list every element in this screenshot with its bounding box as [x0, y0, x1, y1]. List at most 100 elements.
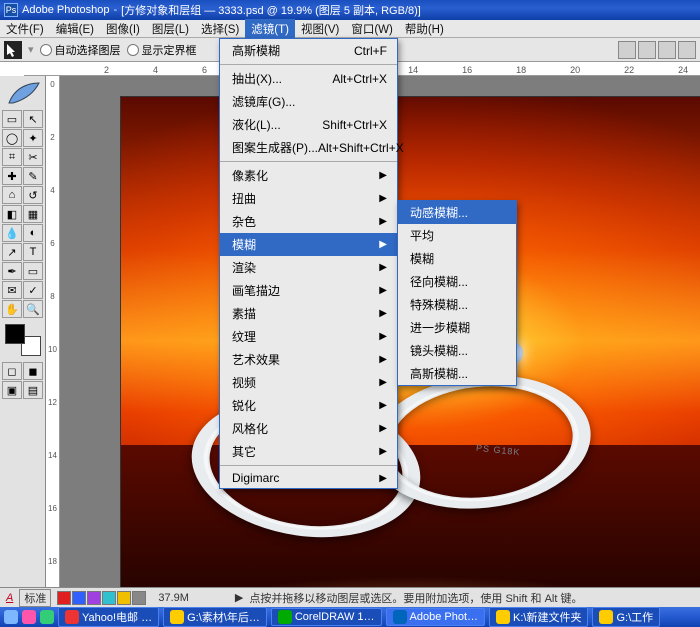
title-bar: Ps Adobe Photoshop - [方修对象和层组 — 3333.psd…	[0, 0, 700, 20]
filter-distort[interactable]: 扭曲▶	[220, 187, 397, 210]
blur-smart[interactable]: 特殊模糊...	[398, 293, 516, 316]
tool-history[interactable]: ↺	[23, 186, 43, 204]
panel-toggle-2[interactable]	[638, 41, 656, 59]
tool-move[interactable]: ↖	[23, 110, 43, 128]
color-swatches[interactable]	[3, 322, 43, 358]
tool-shape[interactable]: ▭	[23, 262, 43, 280]
blur-radial[interactable]: 径向模糊...	[398, 270, 516, 293]
menu-edit[interactable]: 编辑(E)	[50, 19, 100, 39]
show-bounds-checkbox[interactable]: 显示定界框	[127, 42, 197, 58]
status-docsize: 37.9M	[158, 592, 189, 604]
menu-help[interactable]: 帮助(H)	[399, 19, 450, 39]
tool-eyedrop[interactable]: ✓	[23, 281, 43, 299]
screen-full[interactable]: ▤	[23, 381, 43, 399]
filter-pixelate[interactable]: 像素化▶	[220, 164, 397, 187]
panel-toggle-1[interactable]	[618, 41, 636, 59]
mode-quickmask[interactable]: ◼	[23, 362, 43, 380]
filter-blur[interactable]: 模糊▶	[220, 233, 397, 256]
auto-select-layer-checkbox[interactable]: 自动选择图层	[40, 42, 121, 58]
tool-wand[interactable]: ✦	[23, 129, 43, 147]
filter-menu-dropdown: 高斯模糊Ctrl+F 抽出(X)...Alt+Ctrl+X 滤镜库(G)... …	[219, 38, 398, 489]
tool-blur[interactable]: 💧	[2, 224, 22, 242]
tool-dodge[interactable]: ◐	[23, 224, 43, 242]
toolbox: ▭ ↖ ◯ ✦ ⌗ ✂ ✚ ✎ ⌂ ↺ ◧ ▦ 💧 ◐ ↗ T ✒ ▭ ✉ ✓ …	[0, 76, 46, 606]
blur-more[interactable]: 进一步模糊	[398, 316, 516, 339]
tool-eraser[interactable]: ◧	[2, 205, 22, 223]
tray-icon-1[interactable]	[22, 610, 36, 624]
filter-video[interactable]: 视频▶	[220, 371, 397, 394]
task-folder1[interactable]: G:\素材\年后…	[163, 607, 267, 627]
tool-pen[interactable]: ✒	[2, 262, 22, 280]
butterfly-icon[interactable]	[4, 610, 18, 624]
blur-submenu: 动感模糊... 平均 模糊 径向模糊... 特殊模糊... 进一步模糊 镜头模糊…	[397, 200, 517, 386]
tool-heal[interactable]: ✚	[2, 167, 22, 185]
blur-average[interactable]: 平均	[398, 224, 516, 247]
swatch-1[interactable]	[57, 591, 71, 605]
swatch-4[interactable]	[102, 591, 116, 605]
app-name: Adobe Photoshop	[22, 4, 109, 16]
blur-lens[interactable]: 镜头模糊...	[398, 339, 516, 362]
tool-slice[interactable]: ✂	[23, 148, 43, 166]
task-folder3[interactable]: G:\工作	[592, 607, 660, 627]
filter-last[interactable]: 高斯模糊Ctrl+F	[220, 39, 397, 62]
tool-hand[interactable]: ✋	[2, 300, 22, 318]
menu-filter[interactable]: 滤镜(T)	[245, 19, 295, 39]
filter-render[interactable]: 渲染▶	[220, 256, 397, 279]
tool-zoom[interactable]: 🔍	[23, 300, 43, 318]
doc-title: [方修对象和层组 — 3333.psd @ 19.9% (图层 5 副本, RG…	[121, 2, 421, 18]
blur-motion[interactable]: 动感模糊...	[398, 201, 516, 224]
tool-brush[interactable]: ✎	[23, 167, 43, 185]
menu-bar: 文件(F) 编辑(E) 图像(I) 图层(L) 选择(S) 滤镜(T) 视图(V…	[0, 20, 700, 38]
tray-icon-2[interactable]	[40, 610, 54, 624]
status-hint: 点按并拖移以移动图层或选区。要用附加选项，使用 Shift 和 Alt 键。	[249, 590, 582, 606]
filter-brush[interactable]: 画笔描边▶	[220, 279, 397, 302]
swatch-3[interactable]	[87, 591, 101, 605]
tool-type[interactable]: T	[23, 243, 43, 261]
tool-lasso[interactable]: ◯	[2, 129, 22, 147]
filter-other[interactable]: 其它▶	[220, 440, 397, 463]
screen-standard[interactable]: ▣	[2, 381, 22, 399]
blur-blur[interactable]: 模糊	[398, 247, 516, 270]
filter-gallery[interactable]: 滤镜库(G)...	[220, 90, 397, 113]
status-standard[interactable]: 标准	[19, 589, 51, 607]
filter-sketch[interactable]: 素描▶	[220, 302, 397, 325]
blur-gaussian[interactable]: 高斯模糊...	[398, 362, 516, 385]
panel-toggle-3[interactable]	[658, 41, 676, 59]
filter-artistic[interactable]: 艺术效果▶	[220, 348, 397, 371]
task-corel[interactable]: CorelDRAW 1…	[271, 608, 382, 626]
menu-window[interactable]: 窗口(W)	[345, 19, 399, 39]
filter-noise[interactable]: 杂色▶	[220, 210, 397, 233]
app-icon: Ps	[4, 3, 18, 17]
filter-stylize[interactable]: 风格化▶	[220, 417, 397, 440]
menu-view[interactable]: 视图(V)	[295, 19, 345, 39]
menu-layer[interactable]: 图层(L)	[146, 19, 195, 39]
ps-feather-icon	[2, 80, 44, 108]
menu-file[interactable]: 文件(F)	[0, 19, 50, 39]
tool-stamp[interactable]: ⌂	[2, 186, 22, 204]
swatch-2[interactable]	[72, 591, 86, 605]
panel-toggle-4[interactable]	[678, 41, 696, 59]
tool-notes[interactable]: ✉	[2, 281, 22, 299]
task-folder2[interactable]: K:\新建文件夹	[489, 607, 588, 627]
filter-digimarc[interactable]: Digimarc▶	[220, 468, 397, 488]
swatch-6[interactable]	[132, 591, 146, 605]
panel-toggles	[618, 41, 696, 59]
status-swatches	[57, 591, 146, 605]
menu-image[interactable]: 图像(I)	[100, 19, 146, 39]
task-photoshop[interactable]: Adobe Phot…	[386, 608, 486, 626]
mode-standard[interactable]: ◻	[2, 362, 22, 380]
swatch-5[interactable]	[117, 591, 131, 605]
status-bar: A 标准 37.9M ▶ 点按并拖移以移动图层或选区。要用附加选项，使用 Shi…	[0, 587, 700, 607]
filter-sharpen[interactable]: 锐化▶	[220, 394, 397, 417]
filter-patternmaker[interactable]: 图案生成器(P)...Alt+Shift+Ctrl+X	[220, 136, 397, 159]
filter-texture[interactable]: 纹理▶	[220, 325, 397, 348]
foreground-color[interactable]	[5, 324, 25, 344]
tool-gradient[interactable]: ▦	[23, 205, 43, 223]
task-yahoo[interactable]: Yahoo!电邮 …	[58, 607, 159, 627]
filter-liquify[interactable]: 液化(L)...Shift+Ctrl+X	[220, 113, 397, 136]
tool-path[interactable]: ↗	[2, 243, 22, 261]
tool-marquee[interactable]: ▭	[2, 110, 22, 128]
menu-select[interactable]: 选择(S)	[195, 19, 245, 39]
tool-crop[interactable]: ⌗	[2, 148, 22, 166]
filter-extract[interactable]: 抽出(X)...Alt+Ctrl+X	[220, 67, 397, 90]
